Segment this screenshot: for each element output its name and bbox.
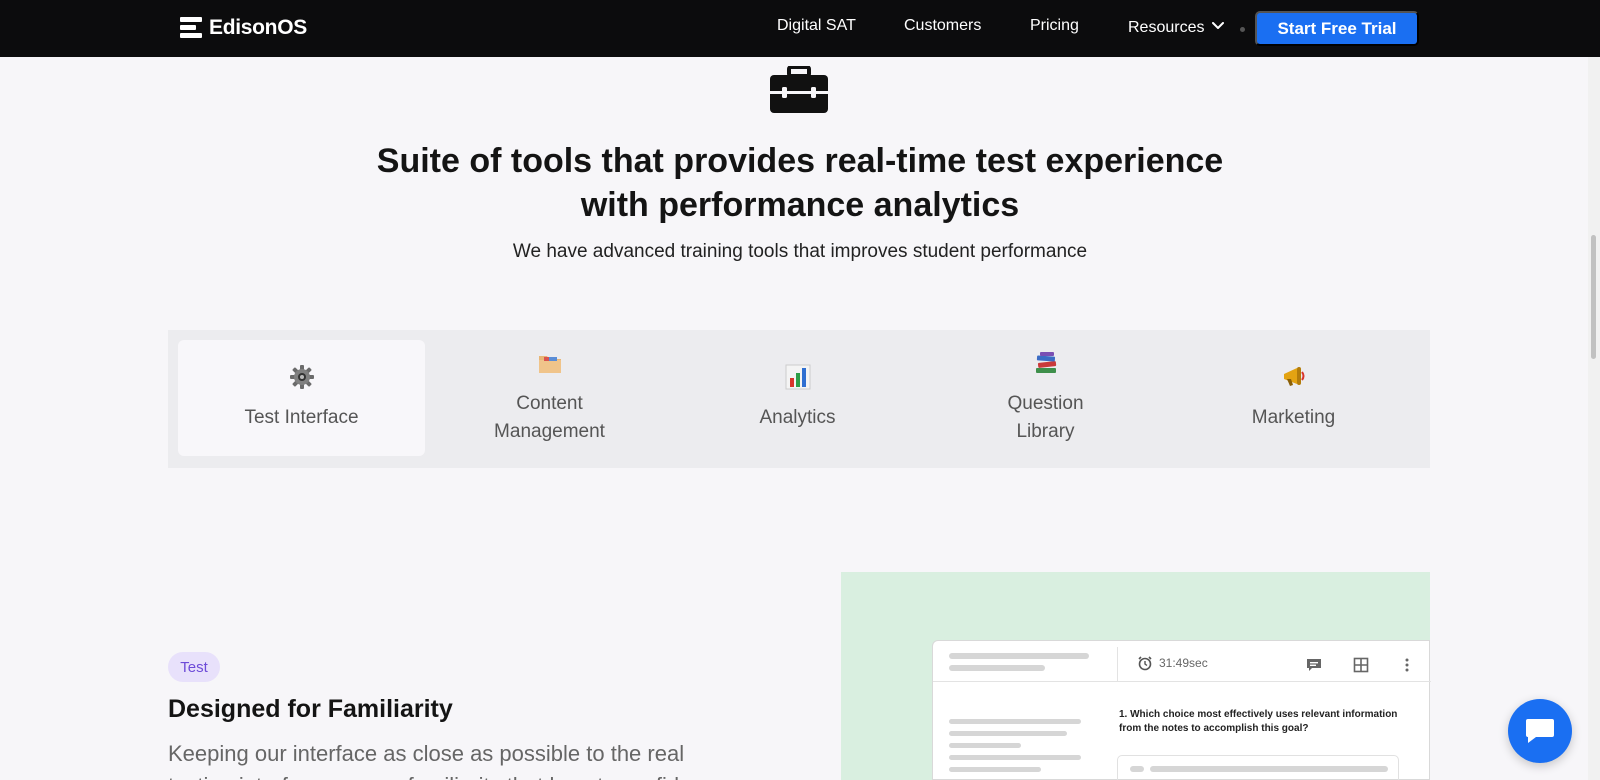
feature-title: Designed for Familiarity	[168, 695, 453, 723]
preview-timer: 31:49sec	[1137, 655, 1208, 671]
tab-label-line-2: Management	[494, 421, 605, 442]
section-subheadline: We have advanced training tools that imp…	[512, 241, 1088, 262]
nav-link-pricing[interactable]: Pricing	[1030, 17, 1079, 35]
start-free-trial-button[interactable]: Start Free Trial	[1255, 11, 1419, 46]
tab-content-management[interactable]: Content Management	[426, 340, 673, 456]
chat-icon	[1526, 719, 1554, 743]
page-scrollbar[interactable]	[1588, 57, 1600, 780]
test-interface-preview: 31:49sec 1. Which choice most effectivel…	[932, 640, 1431, 780]
timer-value: 31:49sec	[1159, 656, 1208, 670]
tab-marketing[interactable]: Marketing	[1170, 340, 1417, 456]
nav-separator-dot	[1240, 27, 1245, 32]
placeholder-line	[949, 767, 1041, 772]
nav-link-resources[interactable]: Resources	[1128, 17, 1225, 37]
placeholder-line	[949, 719, 1081, 724]
brand-name: EdisonOS	[209, 16, 307, 39]
feature-tabs: Test Interface Content Management Analyt…	[168, 330, 1430, 468]
chat-widget-button[interactable]	[1508, 699, 1572, 763]
top-navigation-bar: EdisonOS Digital SAT Customers Pricing R…	[0, 0, 1600, 57]
nav-link-digital-sat[interactable]: Digital SAT	[777, 17, 856, 35]
gear-icon	[289, 365, 314, 389]
logo-mark-icon	[180, 17, 202, 39]
nav-link-customers[interactable]: Customers	[904, 17, 981, 35]
alarm-clock-icon	[1138, 656, 1152, 671]
tab-label-line-2: Library	[1016, 421, 1075, 442]
grid-icon	[1353, 657, 1369, 673]
placeholder-line	[1150, 766, 1388, 772]
headline-line-1: Suite of tools that provides real-time t…	[376, 142, 1224, 180]
tab-analytics[interactable]: Analytics	[674, 340, 921, 456]
feature-description: Keeping our interface as close as possib…	[168, 741, 727, 780]
scrollbar-thumb[interactable]	[1591, 235, 1596, 359]
comment-icon	[1307, 659, 1321, 671]
books-icon	[1035, 352, 1056, 373]
placeholder-line	[949, 731, 1067, 736]
megaphone-icon	[1283, 367, 1304, 386]
tab-test-interface[interactable]: Test Interface	[178, 340, 425, 456]
section-headline: Suite of tools that provides real-time t…	[300, 139, 1300, 227]
brand-logo[interactable]: EdisonOS	[180, 14, 307, 42]
tab-label: Marketing	[1251, 407, 1336, 428]
more-vertical-icon	[1405, 658, 1409, 672]
placeholder-line	[1130, 766, 1144, 772]
placeholder-line	[949, 755, 1081, 760]
nav-link-resources-label: Resources	[1128, 19, 1205, 36]
tab-label-line-1: Question	[1007, 393, 1084, 414]
answer-option	[1117, 755, 1399, 780]
tab-label-line-1: Content	[516, 393, 583, 414]
placeholder-line	[949, 653, 1089, 659]
briefcase-icon	[770, 66, 828, 113]
preview-divider	[1117, 647, 1118, 681]
tab-label: Test Interface	[244, 407, 359, 428]
headline-line-2: with performance analytics	[580, 186, 1020, 224]
preview-question: 1. Which choice most effectively uses re…	[1119, 709, 1398, 734]
preview-header-rule	[933, 681, 1431, 682]
chevron-down-icon	[1212, 17, 1225, 35]
feature-tag: Test	[168, 652, 220, 682]
folder-icon	[538, 356, 561, 373]
tab-label: Analytics	[759, 407, 836, 428]
tab-question-library[interactable]: Question Library	[922, 340, 1169, 456]
bar-chart-icon	[785, 364, 810, 390]
placeholder-line	[949, 665, 1045, 671]
placeholder-line	[949, 743, 1021, 748]
